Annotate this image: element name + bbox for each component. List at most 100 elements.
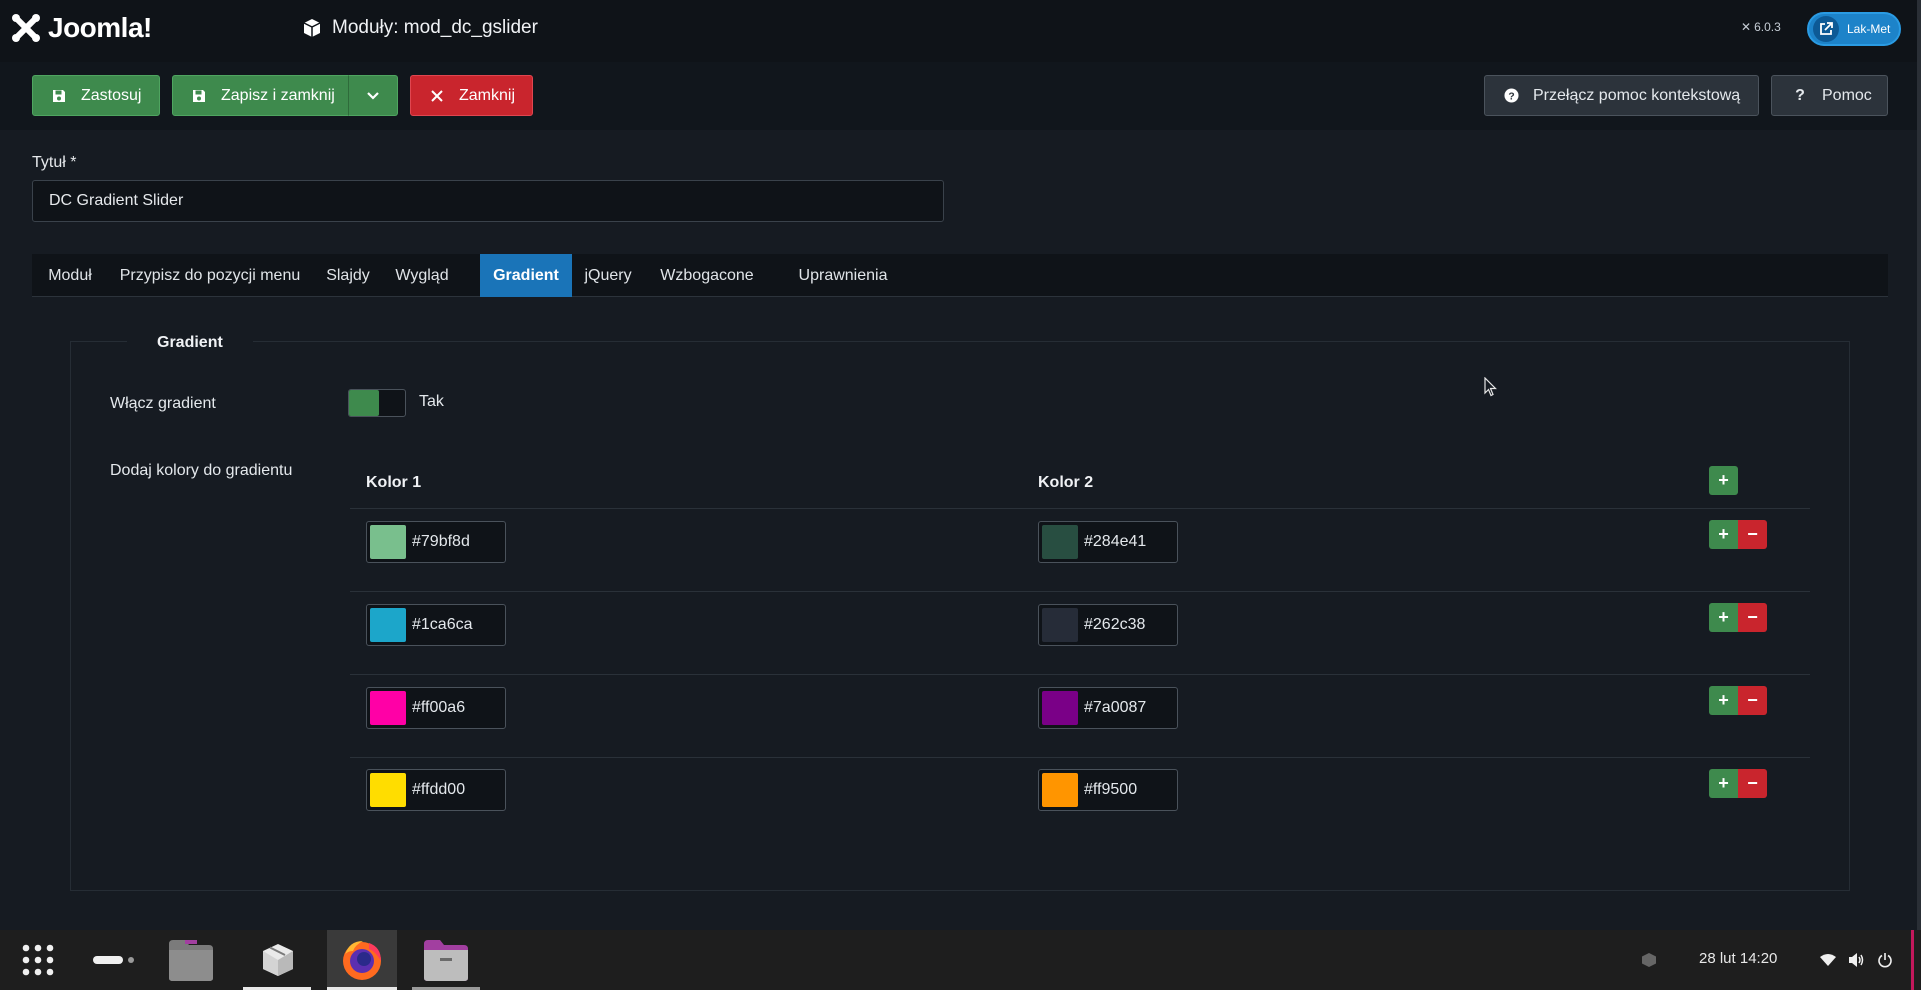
question-icon: ? bbox=[1795, 86, 1805, 104]
color-value: #7a0087 bbox=[1084, 699, 1147, 716]
color-value: #262c38 bbox=[1084, 616, 1146, 633]
color2-field-row4[interactable]: #ff9500 bbox=[1038, 769, 1178, 811]
add-row-button[interactable]: + bbox=[1709, 603, 1738, 632]
joomla-logo[interactable]: Joomla! bbox=[10, 12, 152, 44]
color-value: #ffdd00 bbox=[412, 781, 466, 798]
remove-row-button[interactable]: − bbox=[1738, 520, 1767, 549]
color-value: #284e41 bbox=[1084, 533, 1147, 550]
external-link-icon bbox=[1813, 16, 1839, 42]
color-value: #79bf8d bbox=[412, 533, 470, 550]
color-swatch[interactable] bbox=[370, 608, 406, 642]
minus-icon: − bbox=[1747, 690, 1758, 710]
minus-icon: − bbox=[1747, 607, 1758, 627]
folder-icon[interactable] bbox=[165, 930, 217, 990]
add-row-button[interactable]: + bbox=[1709, 769, 1738, 798]
close-label: Zamknij bbox=[459, 86, 516, 104]
color1-field-row2[interactable]: #1ca6ca bbox=[366, 604, 506, 646]
remove-row-button[interactable]: − bbox=[1738, 769, 1767, 798]
color1-field-row4[interactable]: #ffdd00 bbox=[366, 769, 506, 811]
toolbar: Zastosuj Zapisz i zamknij Zamknij ? Prze… bbox=[0, 62, 1917, 130]
save-close-button[interactable]: Zapisz i zamknij bbox=[172, 75, 350, 116]
tab-jquery[interactable]: jQuery bbox=[572, 254, 644, 297]
tab-slides[interactable]: Slajdy bbox=[312, 254, 384, 297]
add-colors-label: Dodaj kolory do gradientu bbox=[110, 462, 293, 479]
page-scrollbar[interactable] bbox=[1917, 0, 1921, 930]
firefox-icon[interactable] bbox=[327, 930, 397, 990]
add-row-button[interactable]: + bbox=[1709, 520, 1738, 549]
color-swatch[interactable] bbox=[370, 525, 406, 559]
page-title-text: Moduły: mod_dc_gslider bbox=[332, 17, 538, 38]
tab-permissions[interactable]: Uprawnienia bbox=[780, 254, 906, 297]
remove-row-button[interactable]: − bbox=[1738, 686, 1767, 715]
color-swatch[interactable] bbox=[370, 773, 406, 807]
add-row-button[interactable]: + bbox=[1709, 466, 1738, 495]
add-row-button[interactable]: + bbox=[1709, 686, 1738, 715]
title-label: Tytuł * bbox=[32, 154, 77, 171]
tab-module[interactable]: Moduł bbox=[32, 254, 108, 297]
user-name: Lak-Met bbox=[1847, 22, 1891, 36]
color-value: #ff00a6 bbox=[412, 699, 466, 716]
package-app-icon[interactable] bbox=[243, 930, 313, 990]
joomla-small-icon: ✕ bbox=[1741, 20, 1752, 34]
color1-header: Kolor 1 bbox=[366, 474, 422, 491]
save-close-label: Zapisz i zamknij bbox=[221, 86, 335, 104]
package-tray-icon[interactable] bbox=[1637, 930, 1661, 990]
color2-field-row1[interactable]: #284e41 bbox=[1038, 521, 1178, 563]
close-icon bbox=[429, 88, 445, 104]
color-swatch[interactable] bbox=[370, 691, 406, 725]
toggle-help-label: Przełącz pomoc kontekstową bbox=[1533, 86, 1741, 104]
clock[interactable]: 28 lut 14:20 bbox=[1699, 950, 1777, 967]
switch-on-indicator bbox=[349, 390, 379, 416]
version-text: 6.0.3 bbox=[1754, 20, 1781, 34]
minus-icon: − bbox=[1747, 773, 1758, 793]
tab-menu-assignment[interactable]: Przypisz do pozycji menu bbox=[108, 254, 312, 297]
wifi-icon[interactable] bbox=[1817, 930, 1839, 990]
color-value: #ff9500 bbox=[1084, 781, 1138, 798]
color2-field-row2[interactable]: #262c38 bbox=[1038, 604, 1178, 646]
cube-icon bbox=[303, 19, 321, 37]
svg-text:?: ? bbox=[1508, 91, 1514, 102]
row-separator bbox=[350, 508, 1810, 509]
color-swatch[interactable] bbox=[1042, 525, 1078, 559]
save-options-dropdown[interactable] bbox=[348, 75, 398, 116]
gradient-fieldset: Gradient bbox=[70, 332, 1850, 891]
row-separator bbox=[350, 674, 1810, 675]
help-label: Pomoc bbox=[1822, 86, 1872, 104]
color-swatch[interactable] bbox=[1042, 773, 1078, 807]
apply-button[interactable]: Zastosuj bbox=[32, 75, 160, 116]
color2-field-row3[interactable]: #7a0087 bbox=[1038, 687, 1178, 729]
tab-gradient[interactable]: Gradient bbox=[480, 254, 572, 297]
workspace-indicator[interactable] bbox=[88, 930, 138, 990]
toggle-help-button[interactable]: ? Przełącz pomoc kontekstową bbox=[1484, 75, 1759, 116]
color2-header: Kolor 2 bbox=[1038, 474, 1094, 491]
plus-icon: + bbox=[1718, 524, 1729, 544]
enable-gradient-switch[interactable] bbox=[348, 389, 406, 417]
tab-advanced[interactable]: Wzbogacone bbox=[652, 254, 762, 297]
apply-label: Zastosuj bbox=[81, 86, 142, 104]
fieldset-legend: Gradient bbox=[127, 332, 253, 354]
title-input[interactable] bbox=[32, 180, 944, 222]
chevron-down-icon bbox=[367, 91, 379, 100]
close-button[interactable]: Zamknij bbox=[410, 75, 533, 116]
plus-icon: + bbox=[1718, 690, 1729, 710]
row-separator bbox=[350, 757, 1810, 758]
power-icon[interactable] bbox=[1874, 930, 1896, 990]
edge-indicator bbox=[1911, 930, 1914, 990]
save-icon bbox=[51, 88, 67, 104]
color1-field-row1[interactable]: #79bf8d bbox=[366, 521, 506, 563]
files-icon[interactable] bbox=[420, 930, 472, 990]
color-swatch[interactable] bbox=[1042, 691, 1078, 725]
save-icon bbox=[191, 88, 207, 104]
help-button[interactable]: ? Pomoc bbox=[1771, 75, 1888, 116]
color-swatch[interactable] bbox=[1042, 608, 1078, 642]
plus-icon: + bbox=[1718, 607, 1729, 627]
tab-appearance[interactable]: Wygląd bbox=[384, 254, 460, 297]
color1-field-row3[interactable]: #ff00a6 bbox=[366, 687, 506, 729]
enable-gradient-label: Włącz gradient bbox=[110, 395, 216, 412]
question-circle-icon: ? bbox=[1503, 88, 1519, 104]
volume-icon[interactable] bbox=[1845, 930, 1867, 990]
joomla-logo-icon bbox=[12, 14, 40, 42]
remove-row-button[interactable]: − bbox=[1738, 603, 1767, 632]
user-menu-button[interactable]: Lak-Met bbox=[1807, 12, 1901, 46]
app-grid-icon[interactable] bbox=[18, 930, 58, 990]
